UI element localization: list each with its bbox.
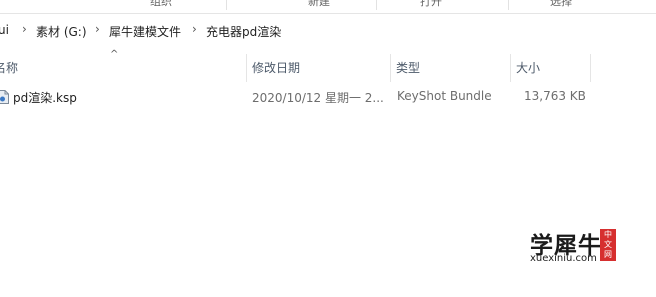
ribbon-group-captions: 组织 新建 打开 选择 bbox=[0, 0, 656, 14]
column-header: ^ 名称 修改日期 类型 大小 bbox=[0, 46, 656, 82]
column-divider[interactable] bbox=[246, 54, 247, 82]
ribbon-divider bbox=[226, 0, 227, 10]
column-divider[interactable] bbox=[510, 54, 511, 82]
chevron-right-icon[interactable]: › bbox=[95, 22, 100, 36]
chevron-right-icon[interactable]: › bbox=[192, 22, 197, 36]
file-row[interactable]: pd渲染.ksp 2020/10/12 星期一 2... KeyShot Bun… bbox=[0, 86, 600, 108]
ribbon-divider bbox=[376, 0, 377, 10]
address-bar[interactable]: ui › 素材 (G:) › 犀牛建模文件 › 充电器pd渲染 bbox=[0, 14, 656, 46]
breadcrumb-folder-rhino[interactable]: 犀牛建模文件 bbox=[109, 23, 181, 40]
watermark-badge: 中文网 bbox=[600, 229, 616, 261]
breadcrumb-folder-current[interactable]: 充电器pd渲染 bbox=[206, 23, 281, 40]
column-name[interactable]: 名称 bbox=[0, 54, 246, 82]
column-type[interactable]: 类型 bbox=[396, 54, 510, 82]
site-watermark: 学犀牛 中文网 xuexiniu.com bbox=[526, 226, 622, 266]
watermark-url: xuexiniu.com bbox=[530, 253, 597, 264]
ribbon-group-open: 打开 bbox=[420, 0, 442, 8]
ribbon-group-select: 选择 bbox=[550, 0, 572, 8]
ribbon-divider bbox=[508, 0, 509, 10]
column-divider[interactable] bbox=[390, 54, 391, 82]
keyshot-file-icon bbox=[0, 90, 9, 104]
column-divider[interactable] bbox=[590, 54, 591, 82]
file-type: KeyShot Bundle bbox=[397, 89, 492, 103]
file-modified: 2020/10/12 星期一 2... bbox=[252, 91, 384, 105]
breadcrumb-drive[interactable]: 素材 (G:) bbox=[36, 23, 87, 40]
file-size: 13,763 KB bbox=[524, 89, 586, 103]
ribbon-group-organize: 组织 bbox=[150, 0, 172, 8]
column-modified[interactable]: 修改日期 bbox=[252, 54, 390, 82]
breadcrumb-ui[interactable]: ui bbox=[0, 23, 9, 37]
chevron-right-icon[interactable]: › bbox=[22, 22, 27, 36]
column-size[interactable]: 大小 bbox=[516, 54, 590, 82]
ribbon-group-new: 新建 bbox=[308, 0, 330, 8]
file-name: pd渲染.ksp bbox=[13, 91, 77, 105]
